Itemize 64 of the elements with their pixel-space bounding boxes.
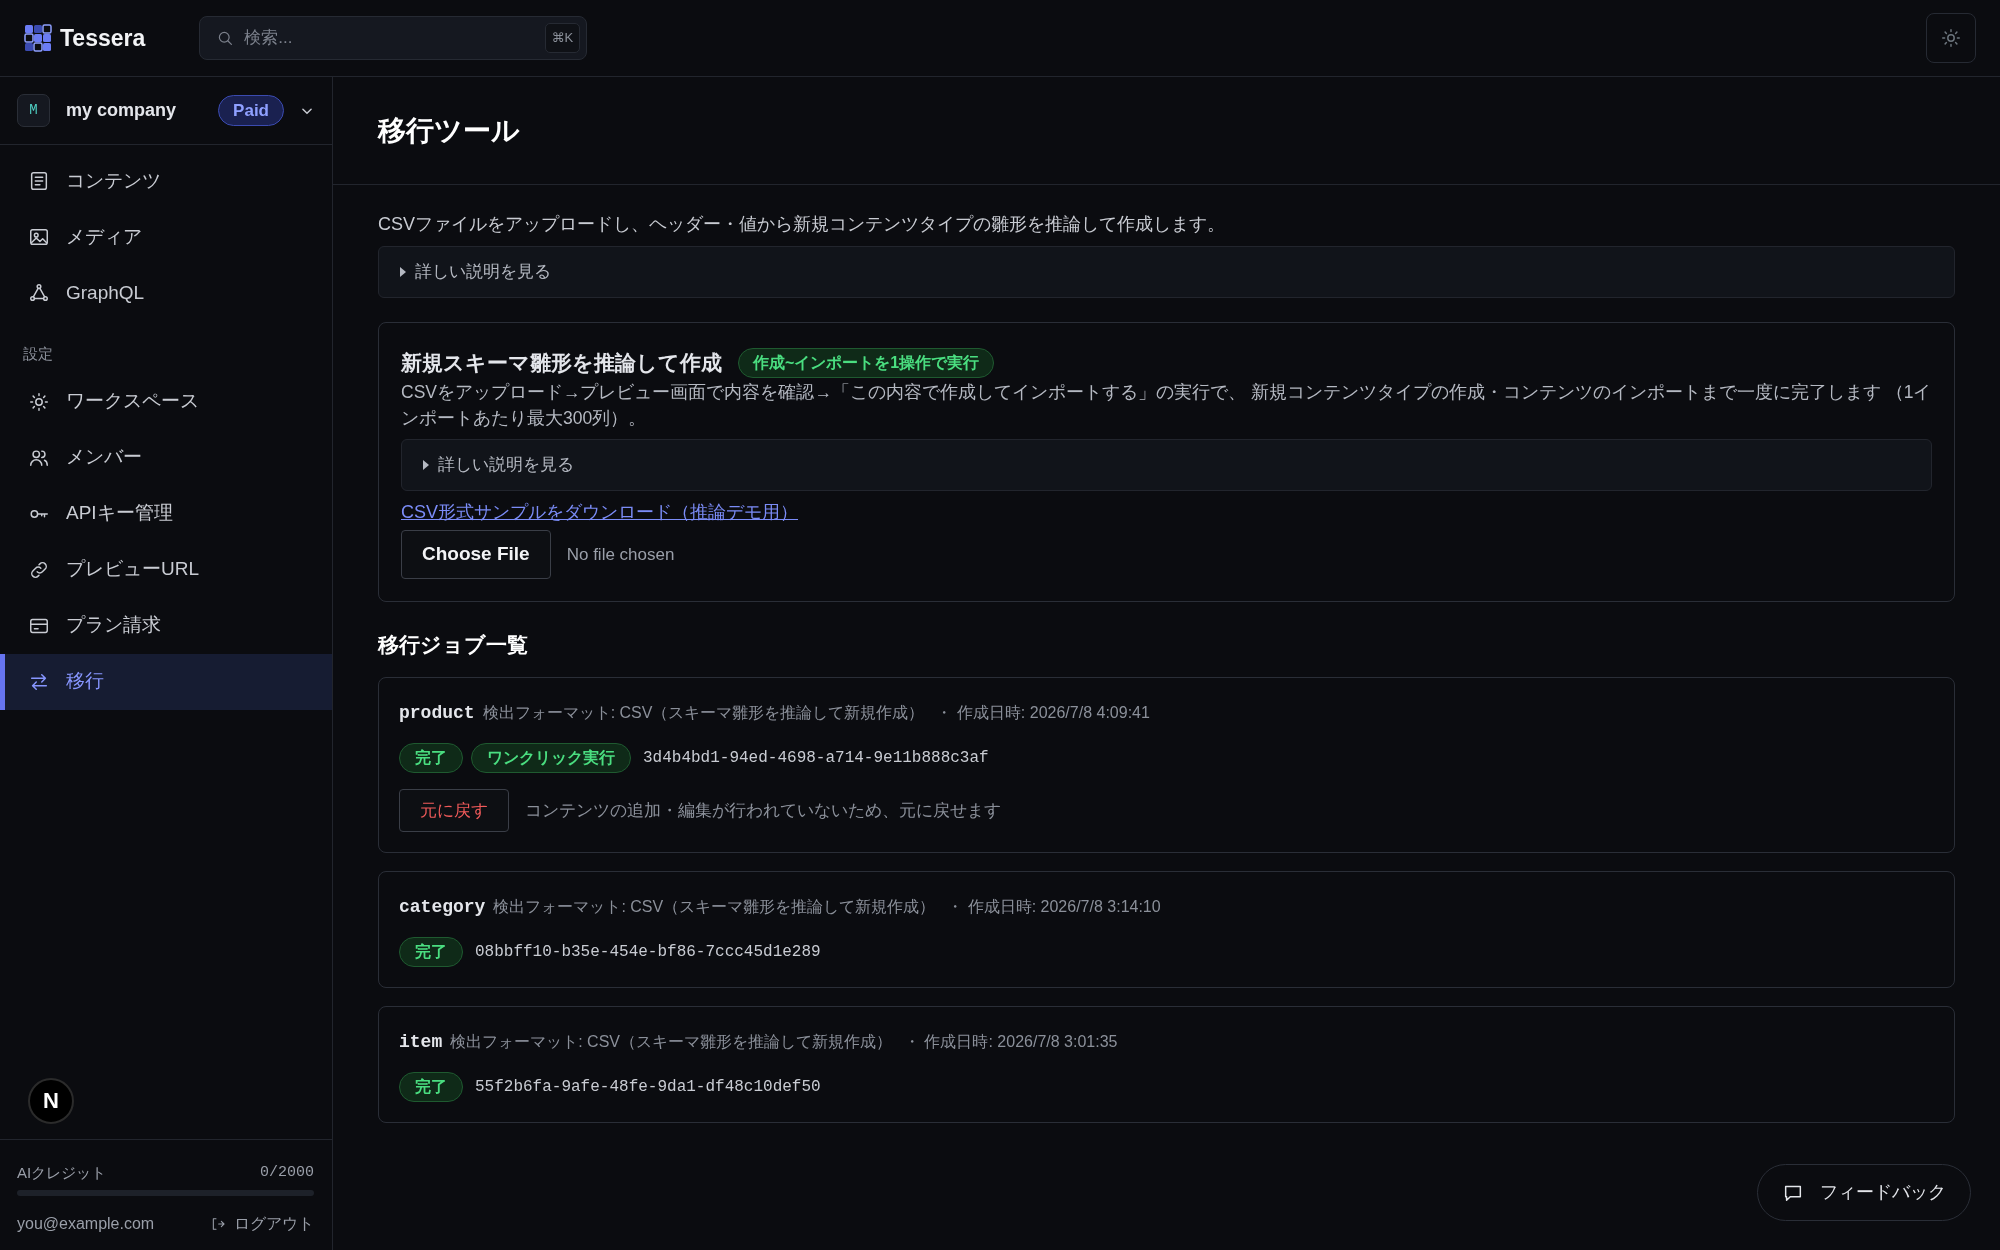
app-name: Tessera: [60, 23, 146, 53]
file-status: No file chosen: [566, 543, 675, 566]
sidebar-item[interactable]: プラン請求: [0, 597, 332, 654]
caret-icon: [422, 460, 430, 470]
job-name: category: [399, 896, 486, 920]
sidebar-item[interactable]: メンバー: [0, 429, 332, 486]
sidebar-item[interactable]: コンテンツ: [0, 153, 332, 209]
job-format: 検出フォーマット: CSV（スキーマ雛形を推論して新規作成）: [482, 702, 925, 723]
sun-icon: [1940, 27, 1962, 49]
sidebar-item[interactable]: メディア: [0, 209, 332, 265]
job-id: 08bbff10-b35e-454e-bf86-7ccc45d1e289: [475, 942, 821, 964]
feature-tag: 作成~インポートを1操作で実行: [738, 347, 995, 378]
job-date: ・ 作成日時: 2026/7/8 3:01:35: [904, 1032, 1118, 1053]
sidebar-item[interactable]: ワークスペース: [0, 373, 332, 430]
card-description: CSVをアップロード→プレビュー画面で内容を確認→「この内容で作成してインポートする」の実行で、 新規コンテンツタイプの作成・コンテンツのインポートまで一度に完了します （1インポートあたり最大300列）。: [401, 380, 1932, 430]
status-tag: ワンクリック実行: [471, 742, 631, 773]
search-input[interactable]: 検索...: [242, 24, 537, 52]
job-id: 3d4b4bd1-94ed-4698-a714-9e11b888c3af: [643, 747, 989, 769]
workspace-switcher[interactable]: M my company Paid: [0, 77, 332, 145]
status-tag: 完了: [399, 1072, 463, 1103]
sun-icon: [28, 390, 50, 413]
document-icon: [28, 170, 50, 192]
search-icon: [216, 29, 235, 47]
job-date: ・ 作成日時: 2026/7/8 4:09:41: [936, 702, 1150, 723]
sample-download-link[interactable]: CSV形式サンプルをダウンロード（推論デモ用）: [401, 502, 798, 522]
triangle-nodes-icon: [28, 282, 50, 304]
sidebar-item[interactable]: APIキー管理: [0, 485, 332, 542]
plan-tag: Paid: [218, 94, 284, 127]
choose-file-button[interactable]: Choose File: [401, 530, 551, 579]
card-title: 新規スキーマ雛形を推論して作成: [401, 350, 722, 376]
shortcut-hint: ⌘K: [544, 23, 581, 53]
job-name: product: [399, 701, 475, 725]
workspace-name: my company: [66, 99, 177, 122]
job-date: ・ 作成日時: 2026/7/8 3:14:10: [947, 897, 1161, 918]
revert-button[interactable]: 元に戻す: [399, 788, 509, 833]
credits-label: AIクレジット: [17, 1162, 107, 1183]
revert-note: コンテンツの追加・編集が行われていないため、元に戻せます: [525, 799, 1001, 822]
details-toggle[interactable]: 詳しい説明を見る: [401, 439, 1932, 491]
image-icon: [28, 226, 50, 248]
floating-badge-button[interactable]: N: [28, 1077, 74, 1124]
workspace-avatar: M: [17, 94, 50, 127]
caret-icon: [399, 267, 407, 277]
job-format: 検出フォーマット: CSV（スキーマ雛形を推論して新規作成）: [450, 1032, 892, 1053]
sidebar-item[interactable]: 移行: [0, 653, 332, 710]
user-email: you@example.com: [17, 1214, 155, 1234]
theme-toggle-button[interactable]: [1926, 13, 1976, 63]
logo-icon: [24, 24, 52, 52]
feedback-button[interactable]: フィードバック: [1757, 1164, 1971, 1221]
sidebar-item[interactable]: プレビューURL: [0, 541, 332, 598]
details-toggle[interactable]: 詳しい説明を見る: [378, 246, 1955, 298]
logout-button[interactable]: ログアウト: [210, 1212, 314, 1236]
sidebar-item[interactable]: GraphQL: [0, 265, 332, 321]
status-tag: 完了: [399, 937, 463, 968]
page-description: CSVファイルをアップロードし、ヘッダー・値から新規コンテンツタイプの雛形を推論して作成します。: [378, 213, 1226, 236]
job-format: 検出フォーマット: CSV（スキーマ雛形を推論して新規作成）: [493, 897, 936, 918]
page-title: 移行ツール: [378, 113, 520, 148]
section-label: 設定: [22, 344, 54, 364]
search-field[interactable]: 検索... ⌘K: [199, 16, 588, 60]
logout-icon: [210, 1216, 226, 1232]
credits-reading: 0/2000: [260, 1162, 314, 1183]
job-id: 55f2b6fa-9afe-48fe-9da1-df48c10def50: [475, 1077, 821, 1099]
section-title: 移行ジョブ一覧: [378, 631, 529, 657]
job-name: item: [399, 1031, 443, 1055]
status-tag: 完了: [399, 742, 463, 773]
